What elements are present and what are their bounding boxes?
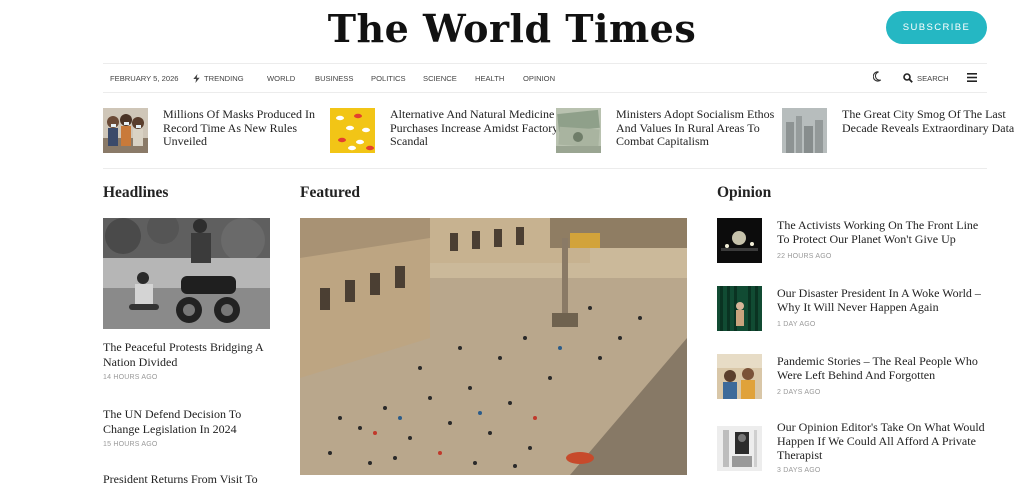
search-label: SEARCH bbox=[917, 73, 949, 83]
headline-timestamp: 15 HOURS AGO bbox=[103, 441, 158, 448]
opinion-timestamp: 1 DAY AGO bbox=[777, 321, 816, 328]
opinion-thumbnail[interactable] bbox=[717, 426, 762, 471]
headlines-heading: Headlines bbox=[103, 184, 169, 201]
opinion-thumbnail[interactable] bbox=[717, 354, 762, 399]
headline-title[interactable]: The UN Defend Decision To Change Legisla… bbox=[103, 407, 273, 436]
trending-thumbnail[interactable] bbox=[330, 108, 375, 153]
masthead: The World Times SUBSCRIBE bbox=[0, 0, 1024, 60]
trending-title[interactable]: Alternative And Natural Medicine Purchas… bbox=[390, 107, 565, 149]
trending-thumbnail[interactable] bbox=[103, 108, 148, 153]
opinion-title[interactable]: Pandemic Stories – The Real People Who W… bbox=[777, 354, 987, 382]
nav-link-politics[interactable]: POLITICS bbox=[371, 74, 406, 83]
trending-title[interactable]: Millions Of Masks Produced In Record Tim… bbox=[163, 107, 338, 149]
headline-item[interactable]: The Peaceful Protests Bridging A Nation … bbox=[103, 340, 273, 381]
trending-item[interactable]: The Great City Smog Of The Last Decade R… bbox=[782, 107, 1014, 154]
nav-link-opinion[interactable]: OPINION bbox=[523, 74, 555, 83]
nav-link-science[interactable]: SCIENCE bbox=[423, 74, 457, 83]
subscribe-button[interactable]: SUBSCRIBE bbox=[886, 11, 987, 44]
trending-thumbnail[interactable] bbox=[782, 108, 827, 153]
featured-image[interactable] bbox=[300, 218, 687, 475]
headline-title[interactable]: The Peaceful Protests Bridging A Nation … bbox=[103, 340, 273, 369]
nav-link-health[interactable]: HEALTH bbox=[475, 74, 504, 83]
headline-item[interactable]: The UN Defend Decision To Change Legisla… bbox=[103, 407, 273, 448]
headline-timestamp: 14 HOURS AGO bbox=[103, 374, 158, 381]
opinion-thumbnail[interactable] bbox=[717, 286, 762, 331]
site-logo[interactable]: The World Times bbox=[0, 6, 1024, 51]
headline-image[interactable] bbox=[103, 218, 270, 329]
nav-link-world[interactable]: WORLD bbox=[267, 74, 295, 83]
opinion-item[interactable]: Pandemic Stories – The Real People Who W… bbox=[717, 354, 987, 414]
trending-title[interactable]: Ministers Adopt Socialism Ethos And Valu… bbox=[616, 107, 791, 149]
opinion-thumbnail[interactable] bbox=[717, 218, 762, 263]
moon-icon[interactable] bbox=[873, 71, 884, 82]
opinion-timestamp: 3 DAYS AGO bbox=[777, 467, 821, 474]
search-button[interactable]: SEARCH bbox=[903, 73, 949, 83]
opinion-title[interactable]: Our Opinion Editor's Take On What Would … bbox=[777, 420, 987, 463]
trending-item[interactable]: Millions Of Masks Produced In Record Tim… bbox=[103, 107, 343, 154]
opinion-item[interactable]: Our Opinion Editor's Take On What Would … bbox=[717, 420, 987, 480]
divider bbox=[103, 168, 987, 169]
opinion-title[interactable]: Our Disaster President In A Woke World –… bbox=[777, 286, 987, 314]
opinion-item[interactable]: The Activists Working On The Front Line … bbox=[717, 218, 987, 278]
opinion-title[interactable]: The Activists Working On The Front Line … bbox=[777, 218, 987, 246]
featured-heading: Featured bbox=[300, 184, 360, 201]
trending-item[interactable]: Alternative And Natural Medicine Purchas… bbox=[330, 107, 570, 154]
opinion-item[interactable]: Our Disaster President In A Woke World –… bbox=[717, 286, 987, 346]
trending-link[interactable]: TRENDING bbox=[192, 74, 244, 83]
trending-thumbnail[interactable] bbox=[556, 108, 601, 153]
main-nav: FEBRUARY 5, 2026 TRENDING WORLD BUSINESS… bbox=[103, 63, 987, 93]
opinion-timestamp: 2 DAYS AGO bbox=[777, 389, 821, 396]
menu-icon[interactable] bbox=[967, 73, 977, 82]
opinion-heading: Opinion bbox=[717, 184, 772, 201]
trending-title[interactable]: The Great City Smog Of The Last Decade R… bbox=[842, 107, 1017, 135]
headline-title[interactable]: President Returns From Visit To bbox=[103, 472, 273, 487]
opinion-timestamp: 22 HOURS AGO bbox=[777, 253, 832, 260]
search-icon bbox=[903, 73, 913, 83]
current-date: FEBRUARY 5, 2026 bbox=[110, 74, 179, 83]
nav-link-business[interactable]: BUSINESS bbox=[315, 74, 353, 83]
trending-label: TRENDING bbox=[204, 74, 244, 83]
headline-item[interactable]: President Returns From Visit To bbox=[103, 472, 273, 487]
trending-item[interactable]: Ministers Adopt Socialism Ethos And Valu… bbox=[556, 107, 796, 154]
bolt-icon bbox=[192, 74, 201, 83]
